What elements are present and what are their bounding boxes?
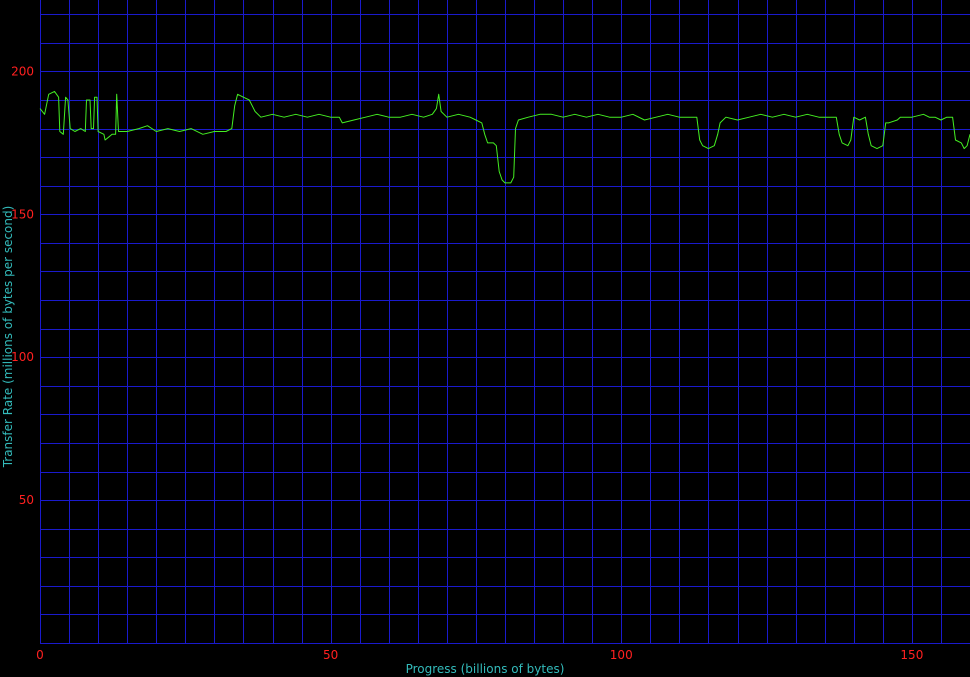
transfer-rate-chart: 0 50 100 150 50100150200 Progress (billions… xyxy=(0,0,970,677)
x-tick-label: 50 xyxy=(323,648,338,662)
y-tick-label: 200 xyxy=(11,64,34,78)
x-tick-label: 100 xyxy=(610,648,633,662)
x-axis-label: Progress (billions of bytes) xyxy=(406,662,565,676)
x-tick-label: 150 xyxy=(900,648,923,662)
y-tick-label: 50 xyxy=(19,493,34,507)
plot-background xyxy=(0,0,970,677)
y-axis-label: Transfer Rate (millions of bytes per sec… xyxy=(1,206,15,469)
x-tick-label: 0 xyxy=(36,648,44,662)
